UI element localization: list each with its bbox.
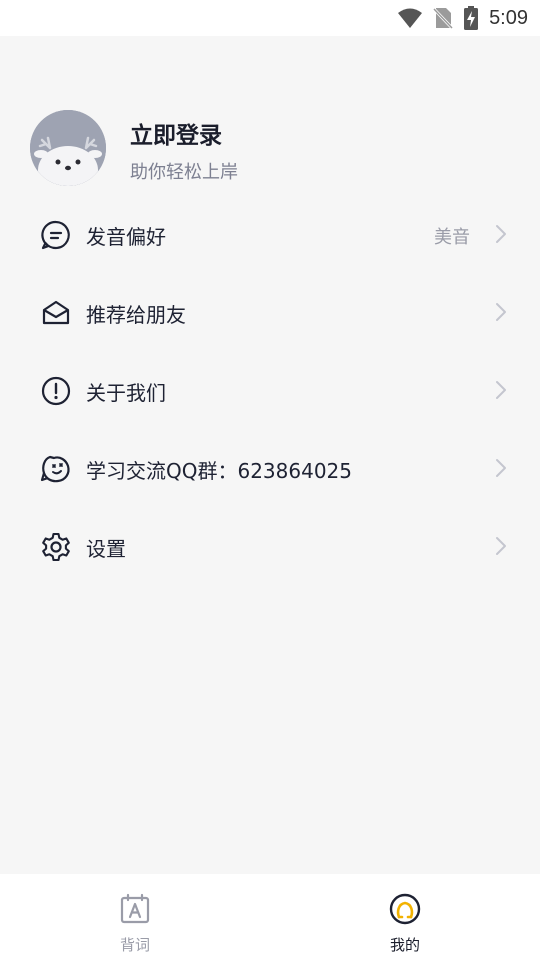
menu-item-qq-group[interactable]: 学习交流QQ群：623864025 — [0, 429, 540, 507]
calendar-a-icon — [120, 893, 150, 924]
menu-label-pronunciation: 发音偏好 — [86, 225, 166, 249]
chevron-right-icon — [496, 303, 506, 321]
pronunciation-value: 美音 — [434, 227, 470, 248]
chevron-right-icon — [496, 225, 506, 243]
settings-menu: 发音偏好 美音 推荐给朋友 关于我们 学习交流QQ群：623864025 设置 — [0, 195, 540, 585]
menu-item-pronunciation[interactable]: 发音偏好 美音 — [0, 195, 540, 273]
group-chat-icon — [40, 455, 70, 483]
gear-icon — [42, 532, 70, 562]
menu-item-settings[interactable]: 设置 — [0, 507, 540, 585]
tab-words[interactable]: 背词 — [0, 874, 270, 960]
deer-avatar-icon[interactable] — [30, 110, 106, 186]
wifi-icon — [398, 8, 423, 28]
status-icons: 5:09 — [397, 6, 528, 30]
battery-charging-icon — [464, 6, 479, 30]
tab-mine-label: 我的 — [389, 936, 420, 954]
menu-item-about[interactable]: 关于我们 — [0, 351, 540, 429]
exclamation-circle-icon — [41, 376, 71, 406]
profile-header[interactable]: 立即登录 助你轻松上岸 — [30, 110, 510, 186]
chevron-right-icon — [496, 459, 506, 477]
tab-words-label: 背词 — [119, 936, 150, 954]
bottom-nav: 背词 我的 — [0, 874, 540, 960]
status-time: 5:09 — [489, 6, 528, 29]
chat-bubble-icon — [41, 220, 70, 250]
menu-item-recommend[interactable]: 推荐给朋友 — [0, 273, 540, 351]
menu-label-qq-group: 学习交流QQ群：623864025 — [86, 459, 353, 483]
envelope-icon — [42, 300, 70, 325]
login-title[interactable]: 立即登录 — [130, 116, 222, 150]
profile-circle-icon — [389, 893, 421, 925]
chevron-right-icon — [496, 537, 506, 555]
login-subtitle: 助你轻松上岸 — [130, 162, 238, 183]
no-sim-icon — [433, 7, 454, 29]
status-bar: 5:09 — [0, 0, 540, 36]
tab-mine[interactable]: 我的 — [270, 874, 540, 960]
menu-label-about: 关于我们 — [86, 381, 166, 405]
chevron-right-icon — [496, 381, 506, 399]
menu-label-recommend: 推荐给朋友 — [86, 303, 186, 327]
menu-label-settings: 设置 — [86, 537, 126, 561]
